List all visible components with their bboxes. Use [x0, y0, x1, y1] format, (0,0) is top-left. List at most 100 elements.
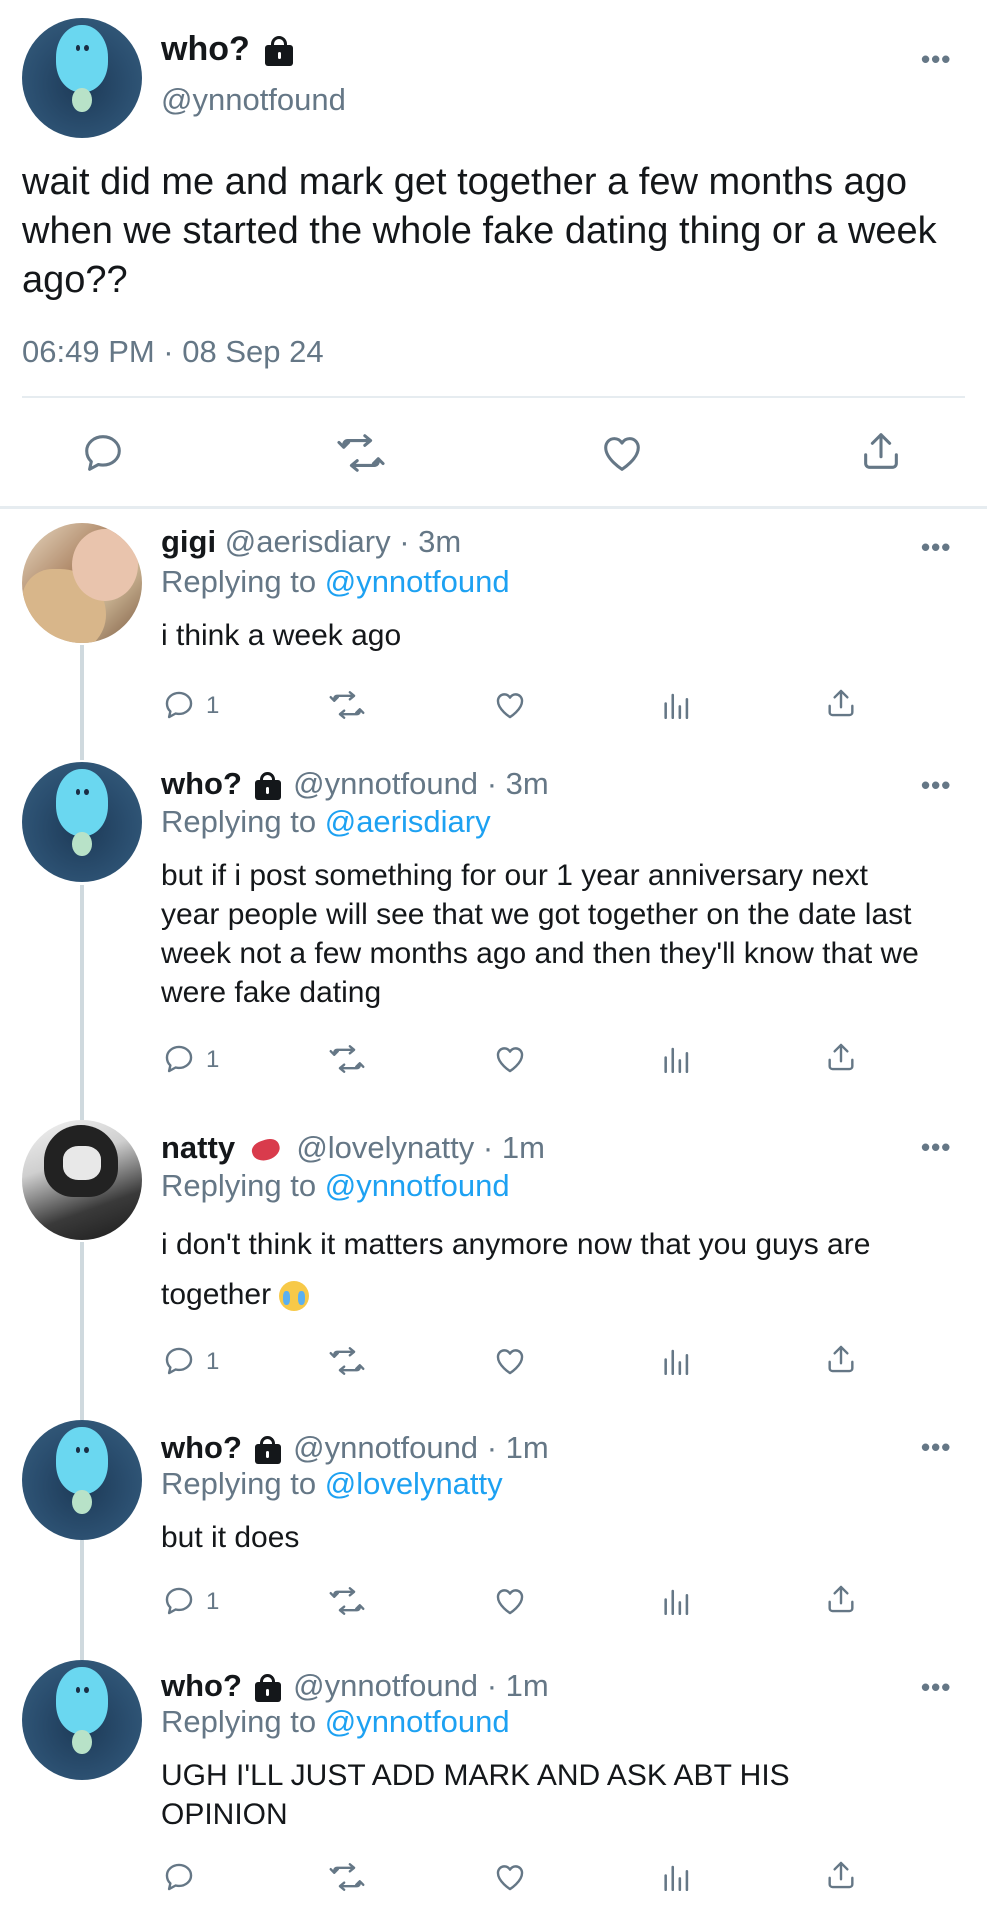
lock-icon — [254, 771, 281, 800]
reply-age: · 1m — [482, 1130, 545, 1165]
reply-count: 1 — [206, 692, 220, 719]
avatar[interactable] — [22, 1120, 142, 1240]
section-divider — [0, 506, 987, 509]
replying-prefix: Replying to — [161, 1466, 317, 1501]
retweet-icon[interactable] — [328, 1860, 366, 1894]
like-icon[interactable] — [492, 1860, 528, 1894]
replying-prefix: Replying to — [161, 804, 317, 839]
reply-header: natty @lovelynatty · 1m — [161, 1130, 545, 1166]
reply-icon[interactable] — [80, 430, 126, 476]
lock-icon — [254, 1435, 281, 1464]
reply-tweet[interactable]: who? @ynnotfound · 3m ••• Replying to @a… — [0, 760, 987, 1120]
replying-prefix: Replying to — [161, 1168, 317, 1203]
reply-tweet[interactable]: who? @ynnotfound · 1m ••• Replying to @y… — [0, 1660, 987, 1920]
analytics-icon[interactable] — [660, 1042, 694, 1076]
share-icon[interactable] — [858, 428, 904, 474]
replying-to: Replying to @ynnotfound — [161, 1168, 510, 1204]
like-icon[interactable] — [492, 688, 528, 722]
more-options-icon[interactable]: ••• — [921, 534, 951, 560]
reply-text: i think a week ago — [161, 619, 402, 652]
replying-handle-link[interactable]: @ynnotfound — [325, 1168, 510, 1203]
reply-count: 1 — [206, 1348, 220, 1375]
replying-to: Replying to @ynnotfound — [161, 564, 510, 600]
more-options-icon[interactable]: ••• — [921, 46, 951, 72]
share-icon[interactable] — [824, 1342, 858, 1376]
timestamp[interactable]: 06:49 PM · 08 Sep 24 — [22, 334, 324, 370]
share-icon[interactable] — [824, 686, 858, 720]
replying-to: Replying to @lovelynatty — [161, 1466, 503, 1502]
retweet-icon[interactable] — [328, 1042, 366, 1076]
reply-text-content: i don't think it matters anymore now tha… — [161, 1228, 871, 1311]
reply-header: who? @ynnotfound · 1m — [161, 1430, 549, 1466]
handle[interactable]: @ynnotfound — [293, 1430, 478, 1465]
like-icon[interactable] — [492, 1344, 528, 1378]
avatar[interactable] — [22, 762, 142, 882]
share-icon[interactable] — [824, 1582, 858, 1616]
reply-tweet[interactable]: who? @ynnotfound · 1m ••• Replying to @l… — [0, 1420, 987, 1660]
replying-to: Replying to @aerisdiary — [161, 804, 491, 840]
display-name-text: who? — [161, 30, 250, 68]
more-options-icon[interactable]: ••• — [921, 1434, 951, 1460]
reply-header: gigi @aerisdiary · 3m — [161, 524, 461, 560]
display-name[interactable]: who? — [161, 1668, 242, 1703]
retweet-icon[interactable] — [328, 688, 366, 722]
handle[interactable]: @ynnotfound — [161, 82, 346, 118]
reply-tweet[interactable]: gigi @aerisdiary · 3m ••• Replying to @y… — [0, 520, 987, 760]
display-name: who? — [161, 30, 294, 69]
more-options-icon[interactable]: ••• — [921, 1674, 951, 1700]
reply-age: · 3m — [486, 766, 549, 801]
more-options-icon[interactable]: ••• — [921, 1134, 951, 1160]
avatar[interactable] — [22, 1660, 142, 1780]
like-icon[interactable] — [492, 1584, 528, 1618]
more-options-icon[interactable]: ••• — [921, 772, 951, 798]
avatar[interactable] — [22, 1420, 142, 1540]
share-icon[interactable] — [824, 1040, 858, 1074]
analytics-icon[interactable] — [660, 1860, 694, 1894]
analytics-icon[interactable] — [660, 1584, 694, 1618]
reply-icon[interactable] — [162, 1584, 196, 1618]
reply-text: i don't think it matters anymore now tha… — [161, 1220, 931, 1320]
reply-age: · 1m — [486, 1668, 549, 1703]
display-name[interactable]: who? — [161, 1430, 242, 1465]
replying-to: Replying to @ynnotfound — [161, 1704, 510, 1740]
handle[interactable]: @ynnotfound — [293, 766, 478, 801]
display-name[interactable]: gigi — [161, 524, 216, 559]
main-tweet: who? @ynnotfound ••• wait did me and mar… — [0, 0, 987, 508]
analytics-icon[interactable] — [660, 688, 694, 722]
reply-text: but if i post something for our 1 year a… — [161, 859, 919, 1009]
replying-handle-link[interactable]: @lovelynatty — [325, 1466, 503, 1501]
reply-icon[interactable] — [162, 688, 196, 722]
retweet-icon[interactable] — [328, 1584, 366, 1618]
tweet-text: wait did me and mark get together a few … — [22, 161, 937, 301]
like-icon[interactable] — [492, 1042, 528, 1076]
reply-header: who? @ynnotfound · 1m — [161, 1668, 549, 1704]
share-icon[interactable] — [824, 1858, 858, 1892]
replying-handle-link[interactable]: @ynnotfound — [325, 1704, 510, 1739]
replying-prefix: Replying to — [161, 1704, 317, 1739]
avatar[interactable] — [22, 18, 142, 138]
handle[interactable]: @aerisdiary — [225, 524, 391, 559]
reply-text: UGH I'LL JUST ADD MARK AND ASK ABT HIS O… — [161, 1759, 790, 1831]
handle[interactable]: @lovelynatty — [296, 1130, 474, 1165]
reply-count: 1 — [206, 1588, 220, 1615]
kiss-emoji-icon — [249, 1135, 283, 1164]
display-name[interactable]: natty — [161, 1130, 235, 1165]
lock-icon — [265, 36, 294, 67]
crying-emoji-icon — [279, 1281, 310, 1312]
reply-tweet[interactable]: natty @lovelynatty · 1m ••• Replying to … — [0, 1120, 987, 1420]
retweet-icon[interactable] — [336, 430, 386, 476]
reply-icon[interactable] — [162, 1344, 196, 1378]
divider — [22, 396, 965, 398]
handle[interactable]: @ynnotfound — [293, 1668, 478, 1703]
reply-icon[interactable] — [162, 1042, 196, 1076]
reply-age: · 3m — [399, 524, 462, 559]
replying-handle-link[interactable]: @aerisdiary — [325, 804, 491, 839]
replying-handle-link[interactable]: @ynnotfound — [325, 564, 510, 599]
analytics-icon[interactable] — [660, 1344, 694, 1378]
display-name[interactable]: who? — [161, 766, 242, 801]
avatar[interactable] — [22, 523, 142, 643]
reply-icon[interactable] — [162, 1860, 196, 1894]
replying-prefix: Replying to — [161, 564, 317, 599]
like-icon[interactable] — [598, 430, 646, 476]
retweet-icon[interactable] — [328, 1344, 366, 1378]
